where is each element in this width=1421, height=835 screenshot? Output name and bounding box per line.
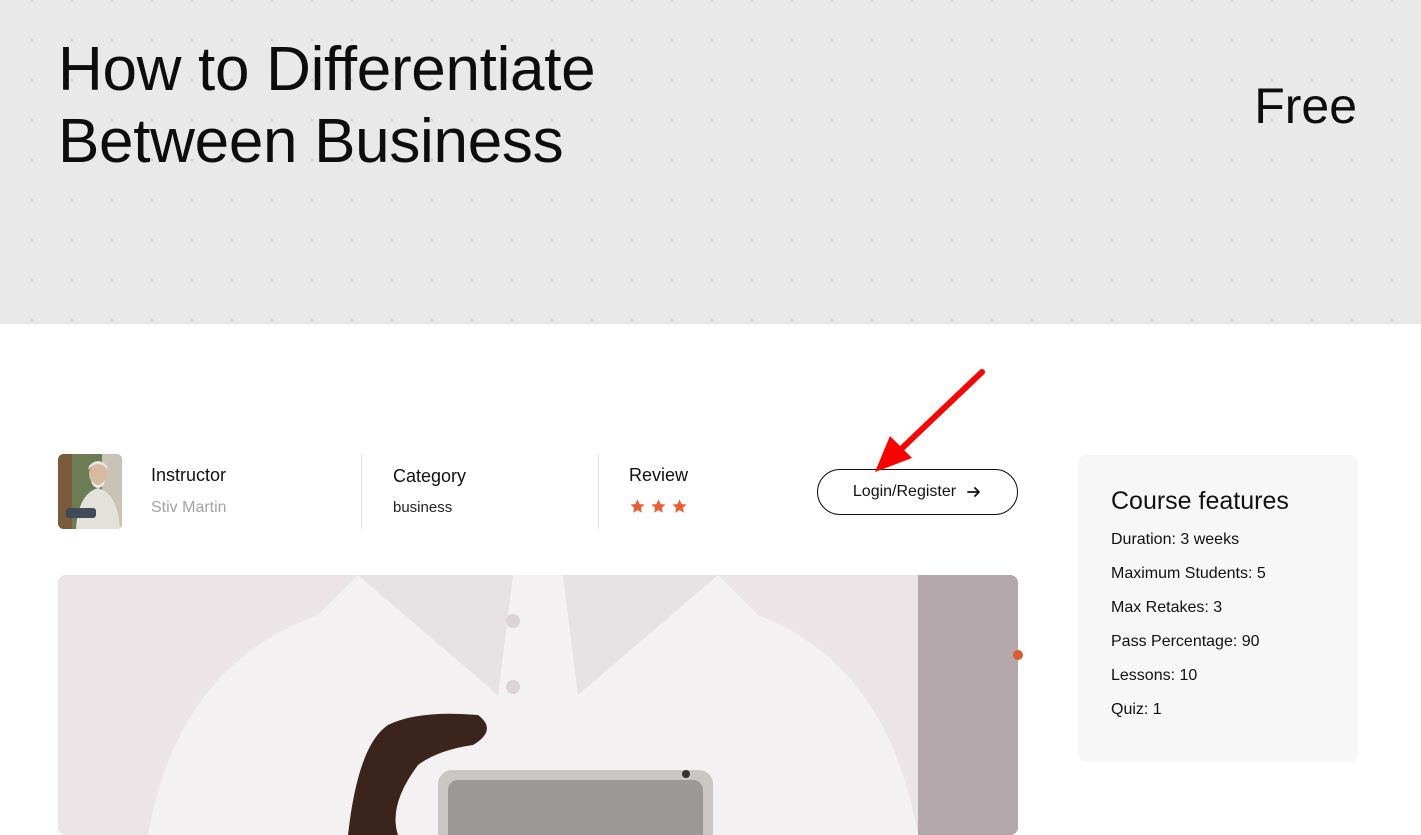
star-icon [630,499,645,513]
annotation-arrow-icon [875,369,985,472]
course-title-line-1: How to Differentiate [58,35,596,104]
feature-max-retakes: Max Retakes: 3 [1111,599,1223,616]
review-stars [629,498,688,515]
course-features-panel: Course features Duration: 3 weeks Maximu… [1078,455,1358,762]
category-label: Category [393,466,467,486]
feature-duration: Duration: 3 weeks [1111,531,1240,548]
arrow-right-icon [967,487,980,497]
course-features-heading: Course features [1111,487,1289,515]
meta-divider [598,454,599,529]
instructor-avatar[interactable] [58,454,122,529]
feature-pass-percentage: Pass Percentage: 90 [1111,633,1260,650]
instructor-label: Instructor [151,465,227,485]
category-value[interactable]: business [393,499,452,516]
course-cover-image [58,575,1018,835]
feature-quiz: Quiz: 1 [1111,701,1162,718]
star-icon [651,499,666,513]
instructor-photo [58,454,122,529]
instructor-name[interactable]: Stiv Martin [151,499,227,517]
course-title-line-2: Between Business [58,107,564,176]
course-features-list: Duration: 3 weeks Maximum Students: 5 Ma… [1111,530,1358,734]
meta-divider [361,454,362,529]
star-icon [672,499,687,513]
login-register-label: Login/Register [852,483,957,500]
login-register-button[interactable]: Login/Register [817,469,1018,515]
course-price: Free [1254,78,1357,134]
review-label: Review [629,465,689,485]
feature-lessons: Lessons: 10 [1111,667,1198,684]
slider-indicator-dot[interactable] [1013,650,1023,660]
course-hero-banner: How to Differentiate Between Business Fr… [0,0,1421,324]
course-cover-photo [58,575,1018,835]
course-title: How to Differentiate Between Business [58,34,596,178]
feature-max-students: Maximum Students: 5 [1111,565,1266,582]
